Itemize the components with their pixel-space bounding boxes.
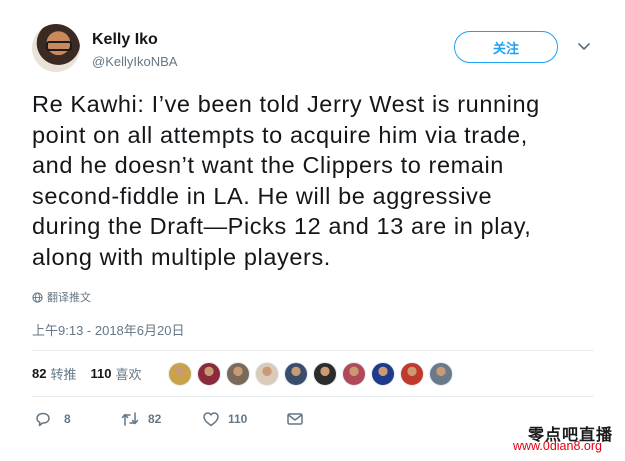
retweets-count[interactable]: 82	[32, 366, 46, 381]
reply-count: 8	[64, 412, 71, 426]
globe-icon	[32, 291, 43, 303]
likes-label[interactable]: 喜欢	[115, 364, 141, 383]
tweet-line: and he doesn’t want the Clippers to rema…	[32, 152, 504, 178]
like-count: 110	[228, 412, 248, 426]
envelope-icon	[287, 413, 303, 425]
reply-icon	[36, 412, 50, 427]
like-action[interactable]: 110	[202, 410, 286, 428]
tweet-line: during the Draft—Picks 12 and 13 are in …	[32, 213, 532, 239]
liker-avatar[interactable]	[371, 362, 395, 386]
author-avatar[interactable]	[32, 24, 80, 72]
reply-action[interactable]: 8	[34, 410, 120, 428]
translate-label: 翻译推文	[47, 292, 91, 304]
liker-avatar[interactable]	[342, 362, 366, 386]
tweet-line: Re Kawhi: I’ve been told Jerry West is r…	[32, 91, 540, 117]
divider	[32, 396, 594, 397]
retweets-label[interactable]: 转推	[50, 364, 76, 383]
heart-icon	[203, 412, 219, 427]
tweet-line: point on all attempts to acquire him via…	[32, 121, 528, 148]
translate-tweet-link[interactable]: 翻译推文	[32, 289, 91, 305]
liker-avatar[interactable]	[226, 362, 250, 386]
tweet-text: Re Kawhi: I’ve been told Jerry West is r…	[32, 89, 622, 272]
liker-avatar[interactable]	[168, 362, 192, 386]
liker-avatar[interactable]	[313, 362, 337, 386]
retweet-action[interactable]: 82	[120, 410, 202, 428]
author-handle[interactable]: @KellyIkoNBA	[92, 54, 177, 69]
engagement-stats: 82 转推 110 喜欢	[32, 364, 141, 383]
liker-avatar[interactable]	[400, 362, 424, 386]
likes-count[interactable]: 110	[90, 366, 111, 381]
tweet-line: along with multiple players.	[32, 243, 331, 270]
watermark-url: www.0dian8.org	[513, 439, 602, 453]
author-name[interactable]: Kelly Iko	[92, 31, 158, 49]
liker-avatar[interactable]	[429, 362, 453, 386]
tweet-timestamp[interactable]: 上午9:13 - 2018年6月20日	[32, 320, 184, 339]
divider	[32, 350, 594, 351]
follow-button[interactable]: 关注	[454, 31, 558, 63]
retweet-icon	[121, 412, 139, 426]
liker-avatar[interactable]	[284, 362, 308, 386]
liker-avatar[interactable]	[255, 362, 279, 386]
avatar-glasses	[46, 41, 72, 51]
chevron-down-icon[interactable]	[577, 42, 591, 52]
tweet-actions: 8 82 110	[34, 410, 304, 428]
retweet-count: 82	[148, 412, 162, 426]
tweet-line: second-fiddle in LA. He will be aggressi…	[32, 182, 493, 209]
liker-avatars	[168, 362, 458, 386]
liker-avatar[interactable]	[197, 362, 221, 386]
direct-message-action[interactable]	[286, 410, 304, 428]
